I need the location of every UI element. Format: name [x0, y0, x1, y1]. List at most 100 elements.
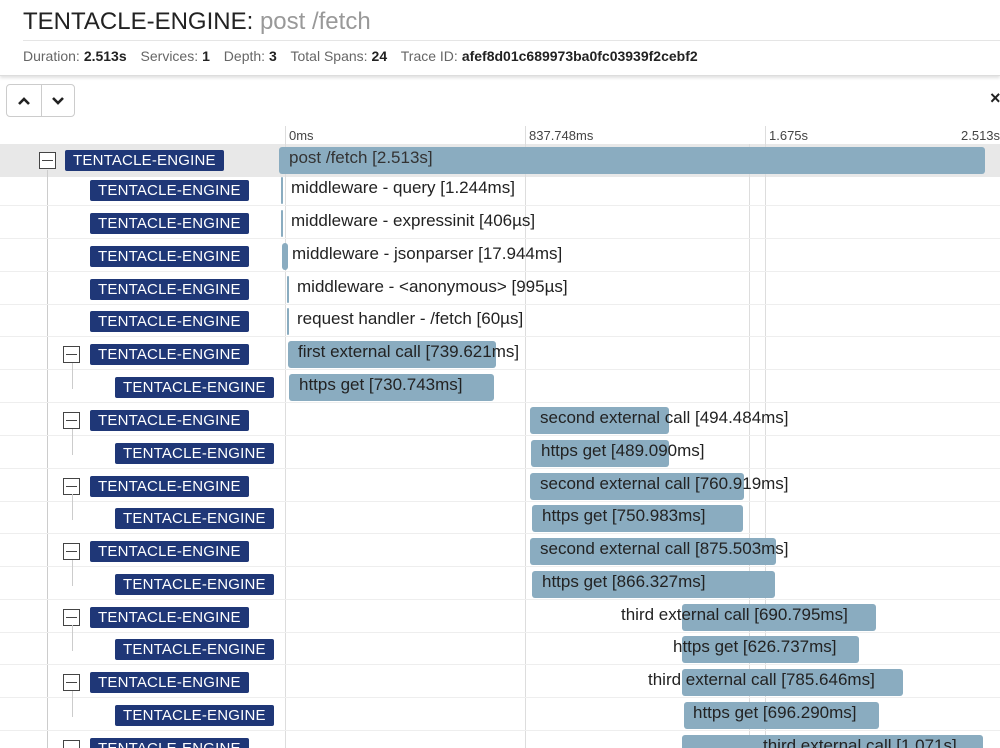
collapse-toggle-icon[interactable] [63, 412, 80, 429]
span-label: third external call [690.795ms] [621, 605, 848, 624]
span-label: https get [489.090ms] [541, 441, 705, 460]
row-divider [0, 533, 1000, 534]
row-divider [0, 632, 1000, 633]
trace-header: TENTACLE-ENGINE: post /fetch Duration: 2.… [0, 0, 1000, 76]
tree-guide-line [72, 429, 73, 455]
meta-total-spans-value: 24 [371, 48, 388, 64]
title-service: TENTACLE-ENGINE [23, 8, 247, 35]
page-title: TENTACLE-ENGINE: post /fetch [23, 8, 371, 36]
tree-guide-line [72, 625, 73, 651]
row-divider [0, 468, 1000, 469]
service-badge[interactable]: TENTACLE-ENGINE [90, 410, 249, 431]
tree-guide-line [72, 691, 73, 717]
tree-guide-line [72, 363, 73, 389]
meta-duration-key: Duration: [23, 48, 80, 64]
span-label: https get [626.737ms] [673, 637, 837, 656]
span-label: https get [696.290ms] [693, 703, 857, 722]
span-label: second external call [760.919ms] [540, 474, 789, 493]
span-label: request handler - /fetch [60µs] [297, 309, 524, 328]
collapse-toggle-icon[interactable] [63, 609, 80, 626]
span-bar[interactable] [281, 210, 283, 237]
service-badge[interactable]: TENTACLE-ENGINE [115, 574, 274, 595]
span-label: middleware - jsonparser [17.944ms] [292, 244, 563, 263]
header-divider [23, 40, 1000, 41]
service-badge[interactable]: TENTACLE-ENGINE [115, 377, 274, 398]
service-badge[interactable]: TENTACLE-ENGINE [90, 311, 249, 332]
collapse-toggle-icon[interactable] [63, 478, 80, 495]
row-divider [0, 697, 1000, 698]
meta-trace-id-value: afef8d01c689973ba0fc03939f2cebf2 [461, 48, 698, 64]
expand-button[interactable] [40, 85, 75, 116]
service-badge[interactable]: TENTACLE-ENGINE [90, 476, 249, 497]
timeline-tick-label: 0ms [289, 128, 314, 143]
span-label: middleware - query [1.244ms] [291, 178, 515, 197]
span-label: post /fetch [2.513s] [289, 148, 433, 167]
meta-depth-key: Depth: [223, 48, 266, 64]
row-divider [0, 304, 1000, 305]
service-badge[interactable]: TENTACLE-ENGINE [90, 607, 249, 628]
row-divider [0, 435, 1000, 436]
meta-services-value: 1 [202, 48, 210, 64]
service-badge[interactable]: TENTACLE-ENGINE [90, 279, 249, 300]
timeline-gridline [285, 126, 286, 748]
row-divider [0, 566, 1000, 567]
timeline-tick-label: 2.513s [961, 128, 1000, 143]
service-badge[interactable]: TENTACLE-ENGINE [90, 738, 249, 748]
service-badge[interactable]: TENTACLE-ENGINE [65, 150, 224, 171]
collapse-toggle-icon[interactable] [63, 674, 80, 691]
service-badge[interactable]: TENTACLE-ENGINE [90, 180, 249, 201]
close-button[interactable]: × [990, 88, 1000, 109]
span-label: second external call [875.503ms] [540, 539, 789, 558]
span-label: https get [866.327ms] [542, 572, 706, 591]
tree-guide-line [47, 170, 48, 748]
row-divider [0, 730, 1000, 731]
row-divider [0, 238, 1000, 239]
collapse-toggle-icon[interactable] [39, 152, 56, 169]
service-badge[interactable]: TENTACLE-ENGINE [115, 508, 274, 529]
service-badge[interactable]: TENTACLE-ENGINE [115, 639, 274, 660]
span-bar[interactable] [287, 308, 289, 335]
service-badge[interactable]: TENTACLE-ENGINE [90, 672, 249, 693]
row-divider [0, 271, 1000, 272]
collapse-button[interactable] [7, 85, 41, 116]
timeline-tick-label: 1.675s [769, 128, 809, 143]
span-label: first external call [739.621ms] [298, 342, 520, 361]
collapse-toggle-icon[interactable] [63, 543, 80, 560]
row-divider [0, 369, 1000, 370]
meta-depth-value: 3 [269, 48, 277, 64]
row-divider [0, 501, 1000, 502]
span-label: middleware - <anonymous> [995µs] [297, 277, 568, 296]
span-label: https get [750.983ms] [542, 506, 706, 525]
service-badge[interactable]: TENTACLE-ENGINE [90, 213, 249, 234]
span-label: middleware - expressinit [406µs] [291, 211, 536, 230]
chevron-up-icon [17, 96, 30, 105]
collapse-toggle-icon[interactable] [63, 346, 80, 363]
title-separator: : [246, 8, 260, 35]
collapse-toggle-icon[interactable] [63, 740, 80, 748]
span-bar[interactable] [282, 243, 288, 270]
span-label: third external call [1.071s] [763, 736, 957, 748]
service-badge[interactable]: TENTACLE-ENGINE [90, 344, 249, 365]
row-divider [0, 336, 1000, 337]
timeline-tick-label: 837.748ms [529, 128, 594, 143]
tree-guide-line [72, 560, 73, 586]
service-badge[interactable]: TENTACLE-ENGINE [90, 246, 249, 267]
meta-duration-value: 2.513s [83, 48, 127, 64]
service-badge[interactable]: TENTACLE-ENGINE [115, 705, 274, 726]
span-bar[interactable] [287, 276, 289, 303]
meta-trace-id-key: Trace ID: [400, 48, 458, 64]
meta-services-key: Services: [140, 48, 199, 64]
trace-meta: Duration: 2.513s Services: 1 Depth: 3 Total… [23, 48, 708, 64]
row-divider [0, 402, 1000, 403]
row-divider [0, 599, 1000, 600]
tree-guide-line [72, 494, 73, 520]
service-badge[interactable]: TENTACLE-ENGINE [90, 541, 249, 562]
span-label: https get [730.743ms] [299, 375, 463, 394]
span-label: second external call [494.484ms] [540, 408, 789, 427]
chevron-down-icon [51, 96, 64, 105]
meta-total-spans-key: Total Spans: [290, 48, 368, 64]
service-badge[interactable]: TENTACLE-ENGINE [115, 443, 274, 464]
span-label: third external call [785.646ms] [648, 670, 875, 689]
span-bar[interactable] [281, 177, 283, 204]
collapse-expand-group [6, 84, 75, 117]
